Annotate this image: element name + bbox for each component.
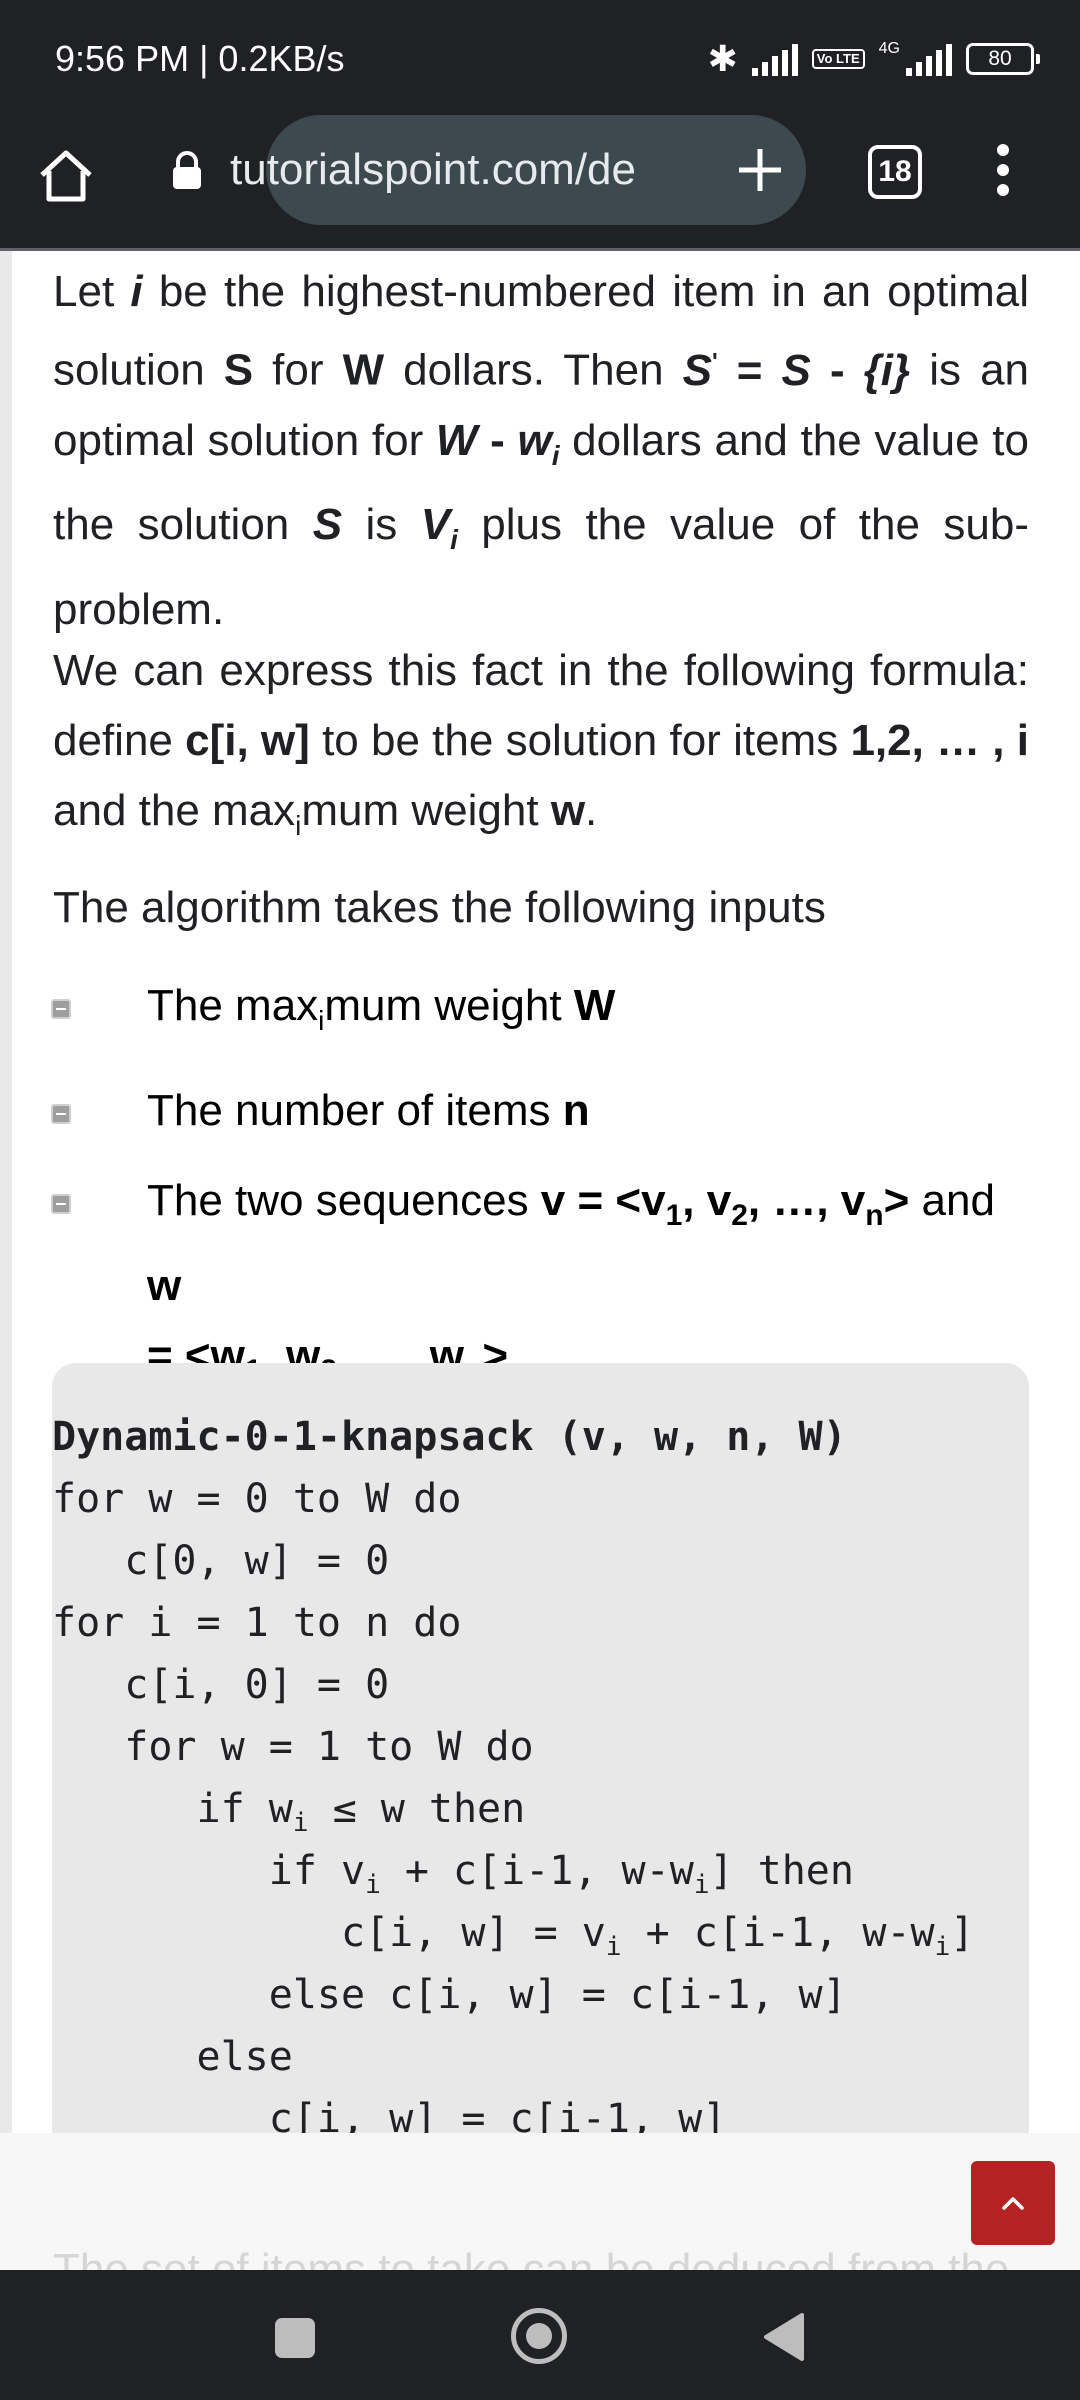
system-nav-bar xyxy=(0,2270,1080,2400)
volte-icon: Vo LTE xyxy=(811,49,865,69)
status-time: 9:56 PM | 0.2KB/s xyxy=(55,38,345,79)
tab-switcher-button[interactable]: 18 xyxy=(868,145,922,199)
page-content: Let i be the highest-numbered item in an… xyxy=(0,251,1080,2133)
url-text[interactable]: tutorialspoint.com/de xyxy=(230,140,655,200)
code-line: c[i, w] = vi + c[i-1, w-wi] xyxy=(52,1910,975,1962)
code-line: else c[i, w] = c[i-1, w] xyxy=(52,1972,847,2018)
paragraph-inputs: The algorithm takes the following inputs xyxy=(53,883,826,932)
code-line: c[i, 0] = 0 xyxy=(52,1662,390,1708)
left-margin xyxy=(0,251,12,2133)
bullet-icon xyxy=(51,999,71,1019)
bullet-icon xyxy=(51,1193,71,1214)
list-item: The maximum weight W xyxy=(51,971,1029,1056)
battery-icon: 80 xyxy=(966,43,1040,75)
bluetooth-icon: ✱ xyxy=(707,38,738,79)
home-icon[interactable] xyxy=(36,145,96,205)
scroll-to-top-button[interactable] xyxy=(971,2161,1055,2245)
faded-paragraph: The set of items to take can be deduced … xyxy=(53,2245,1010,2270)
inputs-list: The maximum weight W The number of items… xyxy=(51,971,1029,1425)
back-icon[interactable] xyxy=(762,2312,806,2362)
code-line: for w = 1 to W do xyxy=(52,1724,534,1770)
code-text: Dynamic-0-1-knapsack (v, w, n, W) for w =… xyxy=(52,1406,1052,2133)
paragraph-optimal-solution: Let i be the highest-numbered item in an… xyxy=(53,267,1030,635)
status-icons: ✱ Vo LTE 4G 80 xyxy=(708,34,1040,84)
code-line: else xyxy=(52,2034,293,2080)
code-line: if vi + c[i-1, w-wi] then xyxy=(52,1848,854,1900)
code-line: c[0, w] = 0 xyxy=(52,1538,390,1584)
chevron-up-icon xyxy=(1002,2197,1024,2210)
code-line: for w = 0 to W do xyxy=(52,1476,462,1522)
code-title: Dynamic-0-1-knapsack (v, w, n, W) xyxy=(52,1414,847,1460)
menu-icon[interactable] xyxy=(993,142,1013,198)
battery-level: 80 xyxy=(966,43,1034,75)
code-line: if wi ≤ w then xyxy=(52,1786,526,1838)
signal-icon xyxy=(751,42,798,76)
code-line: for i = 1 to n do xyxy=(52,1600,462,1646)
network-type: 4G xyxy=(878,40,900,57)
code-line: c[i, w] = c[i-1, w] xyxy=(52,2096,727,2133)
list-item: The number of items n xyxy=(51,1076,1029,1146)
bullet-icon xyxy=(51,1103,71,1124)
new-tab-icon[interactable] xyxy=(735,145,785,195)
status-bar: 9:56 PM | 0.2KB/s ✱ Vo LTE 4G 80 xyxy=(0,0,1080,120)
paragraph-formula: We can express this fact in the followin… xyxy=(53,646,1029,841)
home-circle-icon[interactable] xyxy=(511,2308,567,2364)
recent-apps-icon[interactable] xyxy=(275,2318,315,2358)
lock-icon xyxy=(173,151,201,189)
signal-icon-2 xyxy=(906,42,952,76)
